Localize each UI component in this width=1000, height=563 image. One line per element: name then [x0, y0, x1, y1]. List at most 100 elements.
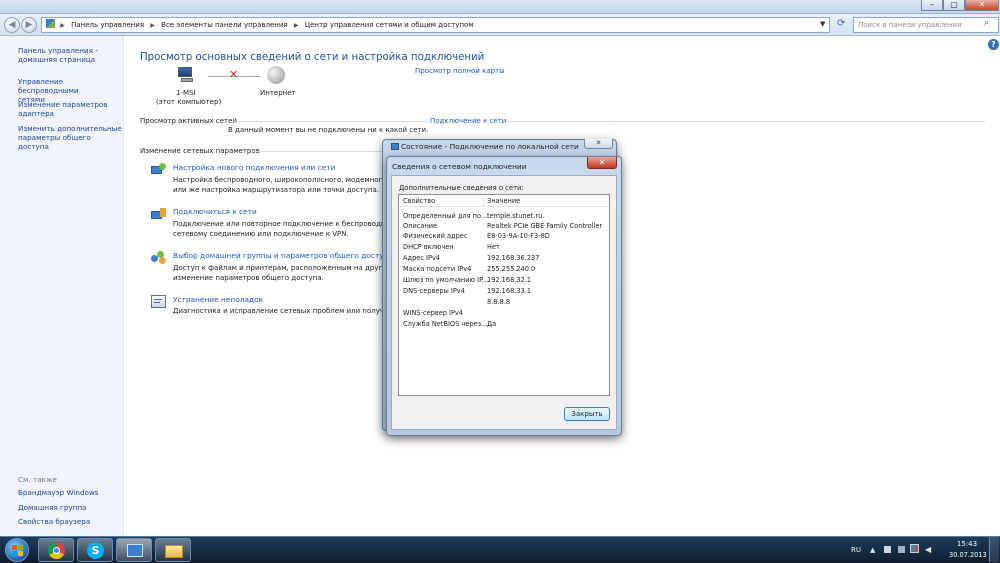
breadcrumb-arrow-icon: ▶ — [293, 22, 299, 29]
sidebar-item-homegroup[interactable]: Домашняя группа — [18, 503, 122, 512]
property-name: DHCP включен — [403, 243, 454, 251]
task-troubleshoot-link[interactable]: Устранение неполадок — [173, 295, 263, 304]
details-section-label: Дополнительные сведения о сети: — [399, 184, 524, 192]
internet-label: Интернет — [260, 89, 296, 97]
divider — [252, 151, 382, 152]
computer-icon — [176, 66, 196, 84]
property-value: 192.168.33.1 — [487, 287, 532, 295]
property-name: Физический адрес — [403, 232, 468, 240]
property-value: temple.stunet.ru. — [487, 212, 545, 220]
status-dialog-title: Состояние - Подключение по локальной сет… — [401, 142, 579, 151]
refresh-icon[interactable]: ⟳ — [837, 18, 845, 29]
taskbar-skype-button[interactable]: S — [77, 538, 113, 562]
address-dropdown-icon[interactable]: ▼ — [820, 20, 825, 28]
task-homegroup-desc: Доступ к файлам и принтерам, расположенн… — [173, 264, 397, 282]
property-value: 192.168.36.237 — [487, 254, 540, 262]
taskbar-explorer-button[interactable] — [155, 538, 191, 562]
property-value: Нет — [487, 243, 500, 251]
breadcrumb-all-items[interactable]: Все элементы панели управления — [158, 18, 291, 32]
properties-list[interactable]: Свойство Значение Определенный для по...… — [398, 194, 610, 396]
back-button[interactable]: ◀ — [4, 17, 20, 33]
property-value: E8-03-9A-10-F3-8D — [487, 232, 550, 240]
change-settings-heading: Изменение сетевых параметров — [140, 147, 260, 155]
computer-name: 1-MSI — [176, 89, 196, 97]
title-bar — [0, 0, 1000, 14]
computer-subtitle: (этот компьютер) — [156, 98, 222, 106]
details-dialog-title: Сведения о сетевом подключении — [392, 162, 527, 171]
show-hidden-icons-icon[interactable]: ▲ — [870, 546, 875, 554]
language-indicator[interactable]: RU — [851, 546, 861, 554]
sidebar-item-adapter[interactable]: Изменение параметров адаптера — [18, 100, 122, 118]
clock-time[interactable]: 15:43 — [956, 540, 978, 548]
divider — [232, 121, 427, 122]
network-center-icon — [127, 544, 143, 557]
search-icon[interactable]: ⌕ — [984, 18, 989, 28]
property-value: 192.168.32.1 — [487, 276, 532, 284]
column-header-property[interactable]: Свойство — [403, 197, 435, 205]
help-icon[interactable]: ? — [988, 39, 999, 50]
sidebar-item-firewall[interactable]: Брандмауэр Windows — [18, 488, 122, 497]
network-icon — [391, 143, 399, 150]
property-name: Адрес IPv4 — [403, 254, 441, 262]
property-name: Служба NetBIOS через... — [403, 320, 488, 328]
show-desktop-button[interactable] — [989, 537, 999, 562]
breadcrumb-arrow-icon: ▶ — [150, 22, 155, 29]
page-title: Просмотр основных сведений о сети и наст… — [140, 52, 485, 63]
homegroup-icon — [151, 251, 167, 264]
taskbar-chrome-button[interactable] — [38, 538, 74, 562]
see-also-heading: См. также — [18, 475, 57, 484]
clock-date[interactable]: 30.07.2013 — [949, 551, 987, 559]
property-name: Маска подсети IPv4 — [403, 265, 472, 273]
not-connected-message: В данный момент вы не подключены ни к ка… — [228, 126, 429, 134]
property-name: DNS-серверы IPv4 — [403, 287, 465, 295]
full-map-link[interactable]: Просмотр полной карты — [415, 67, 505, 75]
property-value: 8.8.8.8 — [487, 298, 511, 306]
task-troubleshoot-desc: Диагностика и исправление сетевых пробле… — [173, 307, 398, 315]
property-name: Шлюз по умолчанию IP... — [403, 276, 489, 284]
taskbar-control-panel-button[interactable] — [116, 538, 152, 562]
details-dialog-close-button[interactable]: ✕ — [587, 157, 617, 169]
connect-to-network-link[interactable]: Подключение к сети — [430, 117, 506, 125]
active-networks-heading: Просмотр активных сетей — [140, 117, 237, 125]
task-new-connection-link[interactable]: Настройка нового подключения или сети — [173, 163, 335, 172]
new-connection-icon — [151, 163, 167, 176]
breadcrumb-control-panel[interactable]: Панель управления — [68, 18, 147, 32]
column-divider[interactable] — [483, 196, 484, 206]
property-value: Да — [487, 320, 497, 328]
status-dialog-close-button[interactable]: ✕ — [584, 139, 613, 149]
breadcrumb-network-center[interactable]: Центр управления сетями и общим доступом — [302, 18, 477, 32]
troubleshoot-icon — [151, 295, 166, 308]
chrome-icon — [48, 542, 65, 559]
task-new-connection-desc: Настройка беспроводного, широкополосного… — [173, 176, 389, 194]
folder-icon — [165, 545, 183, 558]
breadcrumb-arrow-icon: ▶ — [60, 22, 65, 29]
disconnected-x-icon: ✕ — [229, 68, 239, 81]
task-homegroup-link[interactable]: Выбор домашней группы и параметров общег… — [173, 251, 393, 260]
property-name: Определенный для по... — [403, 212, 488, 220]
task-connect-link[interactable]: Подключиться к сети — [173, 207, 257, 216]
sidebar-item-sharing[interactable]: Изменить дополнительные параметры общего… — [18, 124, 122, 151]
sidebar-item-browser-props[interactable]: Свойства браузера — [18, 517, 122, 526]
task-connect-desc: Подключение или повторное подключение к … — [173, 220, 386, 238]
close-button[interactable]: Закрыть — [564, 407, 610, 421]
forward-button[interactable]: ▶ — [21, 17, 37, 33]
start-button[interactable] — [5, 538, 29, 562]
address-bar[interactable]: ▶ Панель управления ▶ Все элементы панел… — [41, 17, 830, 33]
column-header-value[interactable]: Значение — [487, 197, 520, 205]
tray-flag-icon[interactable] — [884, 546, 891, 553]
property-value: Realtek PCIe GBE Family Controller — [487, 222, 603, 230]
search-input[interactable]: Поиск в панели управления — [853, 17, 999, 33]
control-panel-icon — [46, 19, 55, 28]
divider — [505, 121, 985, 122]
sidebar-item-home[interactable]: Панель управления - домашняя страница — [18, 46, 122, 64]
property-name: WINS-сервер IPv4 — [403, 309, 464, 317]
connect-network-icon — [151, 208, 167, 221]
tray-network-icon[interactable]: x — [910, 544, 919, 553]
maximize-button[interactable]: ▢ — [943, 0, 965, 11]
tray-power-icon[interactable] — [898, 546, 905, 553]
internet-globe-icon — [267, 66, 285, 84]
minimize-button[interactable]: – — [921, 0, 943, 11]
skype-icon: S — [87, 542, 104, 559]
close-window-button[interactable]: ✕ — [965, 0, 999, 11]
volume-icon[interactable]: ◀ — [925, 545, 931, 554]
